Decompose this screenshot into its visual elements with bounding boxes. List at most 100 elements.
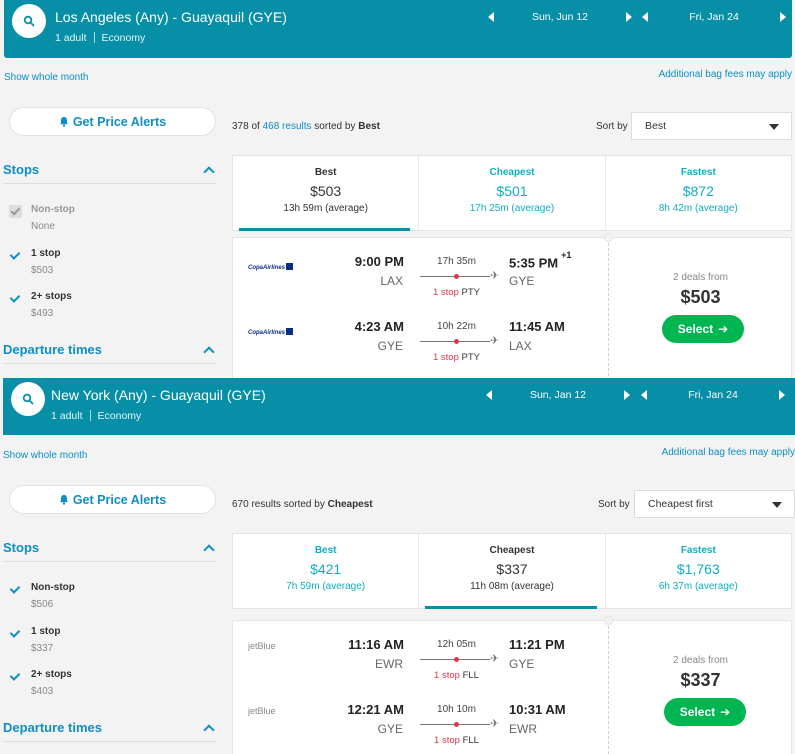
departure-times-filter-header[interactable]: Departure times [3, 720, 216, 742]
stop-option-label: 1 stop [31, 626, 61, 637]
stops-filter-title: Stops [3, 540, 40, 555]
select-button[interactable]: Select ➔ [664, 698, 746, 726]
checkbox[interactable] [9, 583, 22, 596]
sort-select[interactable]: Cheapest first [634, 490, 795, 518]
previous-date-icon[interactable] [486, 390, 492, 400]
stop-option-label: Non-stop [31, 204, 75, 215]
departure-times-filter-title: Departure times [3, 342, 102, 357]
price-alerts-button[interactable]: Get Price Alerts [9, 485, 216, 514]
bag-fees-link[interactable]: Additional bag fees may apply [662, 447, 795, 458]
search-summary-bar[interactable]: Los Angeles (Any) - Guayaquil (GYE) 1 ad… [4, 0, 792, 58]
stop-option-price: $506 [31, 599, 54, 610]
card-notch [604, 233, 613, 242]
select-button[interactable]: Select ➔ [662, 315, 744, 343]
stop-info: 1 stop PTY [432, 287, 480, 298]
plane-icon: ✈ [490, 270, 500, 282]
tab-best[interactable]: Best $503 13h 59m (average) [233, 156, 420, 231]
stop-info: 1 stop FLL [434, 670, 479, 681]
tab-cheapest[interactable]: Cheapest $337 11h 08m (average) [419, 534, 606, 609]
next-date-icon[interactable] [625, 12, 632, 22]
divider [89, 410, 91, 421]
stop-info: 1 stop FLL [434, 735, 479, 746]
tab-title: Fastest [680, 545, 716, 556]
tab-title: Fastest [680, 167, 716, 178]
tab-price: $501 [496, 183, 528, 199]
depart-date[interactable]: Sun, Jan 12 [530, 389, 586, 401]
sort-select[interactable]: Best [631, 112, 792, 140]
price-alerts-label: Get Price Alerts [72, 114, 167, 129]
depart-date[interactable]: Sun, Jun 12 [532, 11, 588, 23]
depart-date-picker: Sun, Jun 12 [488, 9, 632, 25]
airline-name: jetBlue [248, 706, 276, 716]
previous-date-icon[interactable] [488, 12, 494, 22]
stop-dot [454, 274, 459, 279]
next-date-icon[interactable] [778, 390, 785, 400]
departure-time: 4:23 AM [354, 319, 404, 334]
stops-filter-title: Stops [3, 162, 40, 177]
next-date-icon[interactable] [779, 12, 786, 22]
arrival-time: 11:45 AM [509, 319, 565, 334]
deal-price: $503 [680, 287, 721, 307]
tab-fastest[interactable]: Fastest $1,763 6h 37m (average) [606, 534, 791, 608]
card-divider [608, 238, 609, 378]
stop-option-label: 2+ stops [31, 669, 72, 680]
arrival-airport: GYE [509, 274, 535, 288]
bag-fees-link[interactable]: Additional bag fees may apply [659, 69, 792, 80]
route-title: New York (Any) - Guayaquil (GYE) [51, 387, 266, 403]
airline-logo: CopaAirlines [248, 328, 294, 336]
checkbox[interactable] [9, 670, 22, 683]
route-line [420, 274, 490, 279]
previous-date-icon[interactable] [642, 12, 648, 22]
sort-tabs: Best $503 13h 59m (average) Cheapest $50… [232, 155, 792, 231]
flight-duration: 10h 22m [437, 321, 476, 332]
previous-date-icon[interactable] [641, 390, 647, 400]
search-summary-bar[interactable]: New York (Any) - Guayaquil (GYE) 1 adult… [3, 378, 795, 435]
departure-times-filter-header[interactable]: Departure times [3, 342, 216, 364]
stop-option-price: $503 [31, 265, 54, 276]
outbound-leg: CopaAirlines 9:00 PM LAX 17h 35m ✈ 1 sto… [233, 238, 608, 298]
deal-price: $337 [680, 670, 721, 690]
search-icon [23, 15, 35, 27]
airline-logo: CopaAirlines [248, 263, 294, 271]
results-total-link[interactable]: 468 results [263, 121, 312, 132]
results-shown: 378 [232, 121, 249, 132]
results-shown: 670 results [232, 499, 281, 510]
flight-result-card[interactable]: CopaAirlines 9:00 PM LAX 17h 35m ✈ 1 sto… [232, 233, 792, 378]
tab-duration: 8h 42m (average) [658, 203, 738, 214]
sort-select-value: Best [645, 120, 667, 132]
tab-title: Best [314, 545, 337, 556]
show-whole-month-link[interactable]: Show whole month [4, 72, 89, 83]
return-date[interactable]: Fri, Jan 24 [688, 389, 738, 401]
sort-select-value: Cheapest first [648, 498, 713, 510]
tab-price: $503 [310, 183, 342, 199]
tab-price: $421 [310, 561, 342, 577]
bell-icon [59, 495, 68, 505]
cabin-class: Economy [97, 410, 142, 422]
stop-option-price: $403 [31, 686, 54, 697]
checkbox[interactable] [9, 249, 22, 262]
checkbox[interactable] [9, 205, 22, 218]
search-button[interactable] [12, 4, 46, 38]
checkbox[interactable] [9, 627, 22, 640]
results-summary: 670 results sorted by Cheapest [232, 499, 373, 510]
stop-option-label: Non-stop [31, 582, 75, 593]
checkbox[interactable] [9, 292, 22, 305]
tab-best[interactable]: Best $421 7h 59m (average) [233, 534, 420, 608]
stops-filter-header[interactable]: Stops [3, 162, 216, 184]
tab-fastest[interactable]: Fastest $872 8h 42m (average) [606, 156, 791, 230]
return-date[interactable]: Fri, Jan 24 [689, 11, 739, 23]
arrival-time: 10:31 AM [509, 702, 566, 717]
flight-result-card[interactable]: jetBlue 11:16 AM EWR 12h 05m ✈ 1 stop FL… [232, 616, 792, 754]
tab-cheapest[interactable]: Cheapest $501 17h 25m (average) [419, 156, 606, 230]
stop-dot [454, 722, 459, 727]
stops-filter-header[interactable]: Stops [3, 540, 216, 562]
return-leg: CopaAirlines 4:23 AM GYE 10h 22m ✈ 1 sto… [233, 303, 608, 363]
airline-name: jetBlue [248, 641, 276, 651]
next-date-icon[interactable] [623, 390, 630, 400]
results-panel-los-angeles: Los Angeles (Any) - Guayaquil (GYE) 1 ad… [0, 0, 795, 378]
return-date-picker: Fri, Jan 24 [641, 387, 785, 403]
price-alerts-button[interactable]: Get Price Alerts [9, 107, 216, 136]
show-whole-month-link[interactable]: Show whole month [3, 450, 88, 461]
search-button[interactable] [11, 382, 45, 416]
results-sorted-by: sorted by [283, 499, 325, 510]
